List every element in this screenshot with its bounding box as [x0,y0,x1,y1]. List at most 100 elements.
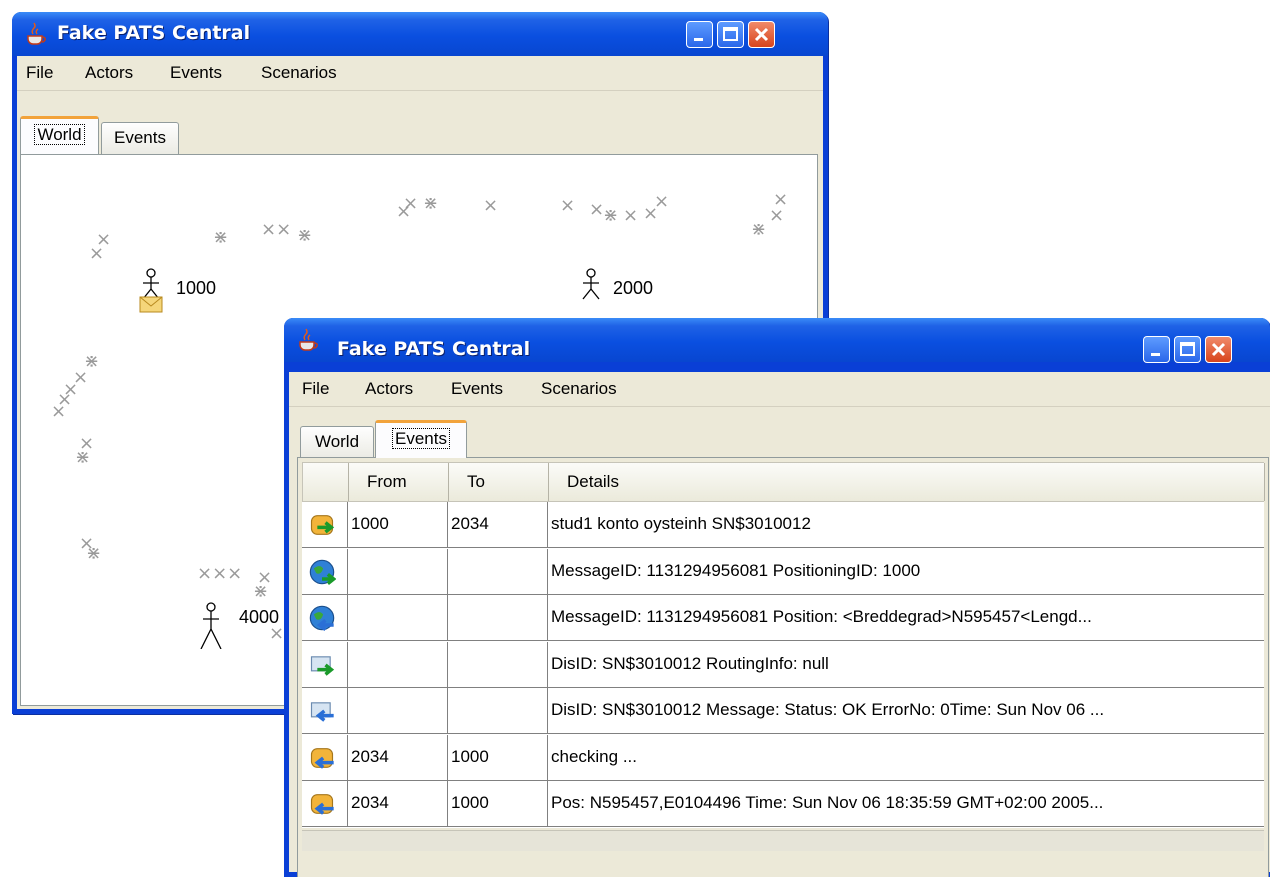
details-cell: Pos: N595457,E0104496 Time: Sun Nov 06 1… [551,793,1104,812]
column-header-icon[interactable] [303,463,349,501]
actor-2000-label: 2000 [613,278,654,298]
phone-incoming-icon [310,747,334,769]
details-cell: MessageID: 1131294956081 PositioningID: … [551,560,921,580]
tab-label: Events [114,128,166,147]
from-cell [348,548,448,594]
location-mark: × [623,205,639,226]
location-mark: ×× [261,219,292,240]
actor-2000-icon[interactable] [577,267,605,315]
table-row[interactable]: MessageID: 1131294956081 Position: <Bred… [302,595,1264,641]
icon-cell [302,734,348,780]
from-cell [348,641,448,687]
table-row[interactable]: DisID: SN$3010012 Message: Status: OK Er… [302,688,1264,734]
actor-1000-icon[interactable] [137,267,169,315]
events-table-body: 1000 2034 stud1 konto oysteinh SN$3010012 M… [302,502,1264,828]
title-bar[interactable]: Fake PATS Central [12,12,828,56]
menu-actors[interactable]: Actors [85,63,133,83]
from-cell: 1000 [348,502,448,547]
icon-cell [302,548,348,594]
table-row[interactable]: DisID: SN$3010012 RoutingInfo: null [302,641,1264,688]
from-cell [348,595,448,640]
java-cup-icon [27,22,46,45]
close-button[interactable] [1205,336,1232,363]
maximize-button[interactable] [1174,336,1201,363]
location-mark: ⋇ [75,447,91,468]
location-mark: ⋇ [253,581,269,602]
icon-cell [302,595,348,640]
menu-events[interactable]: Events [170,63,222,83]
tab-world[interactable]: World [20,116,99,154]
location-mark: × [89,243,105,264]
actor-4000-label: 4000 [239,607,280,627]
table-row[interactable]: 2034 1000 checking ... [302,734,1264,781]
location-mark: ⋇ [213,227,229,248]
to-cell [448,595,548,640]
close-icon [754,27,769,42]
details-cell: stud1 konto oysteinh SN$3010012 [551,514,811,533]
actor-1000-label: 1000 [176,278,217,298]
location-mark: × [769,205,785,226]
window-title: Fake PATS Central [57,22,251,44]
minimize-icon [694,38,703,41]
icon-cell [302,688,348,733]
table-row[interactable]: 1000 2034 stud1 konto oysteinh SN$3010012 [302,502,1264,548]
tab-label: World [314,432,360,451]
location-mark: ⋇ [751,219,767,240]
column-header-to[interactable]: To [449,463,549,501]
to-cell [448,548,548,594]
maximize-button[interactable] [717,21,744,48]
minimize-button[interactable] [1143,336,1170,363]
menu-scenarios[interactable]: Scenarios [261,63,337,83]
globe-incoming-icon [309,605,335,632]
location-mark: ××× [197,563,243,584]
icon-cell [302,641,348,687]
dis-incoming-icon [310,702,334,722]
tab-events[interactable]: Events [101,122,179,154]
icon-cell [302,502,348,547]
phone-incoming-icon [310,794,334,815]
location-mark: ⋇ [603,205,619,226]
column-header-from[interactable]: From [349,463,449,501]
close-icon [1211,342,1226,357]
minimize-icon [1151,353,1160,356]
details-cell: MessageID: 1131294956081 Position: <Bred… [551,607,1092,626]
tab-label: Events [392,428,450,449]
actor-4000-icon[interactable] [197,601,225,649]
location-mark: ⋇ [86,543,102,564]
details-cell: DisID: SN$3010012 RoutingInfo: null [551,653,829,673]
location-mark: × [483,195,499,216]
menu-actors[interactable]: Actors [365,379,413,399]
details-cell: checking ... [551,746,637,766]
tab-world[interactable]: World [300,426,374,458]
location-mark: × [654,191,670,212]
table-row[interactable]: MessageID: 1131294956081 PositioningID: … [302,548,1264,595]
dis-outgoing-icon [310,655,335,676]
horizontal-scrollbar[interactable] [302,830,1264,851]
title-bar[interactable]: Fake PATS Central [284,318,1270,363]
maximize-icon [1180,342,1195,356]
from-cell: 2034 [348,734,448,780]
close-button[interactable] [748,21,775,48]
tab-events[interactable]: Events [375,420,467,458]
window-title: Fake PATS Central [337,338,531,360]
column-header-details[interactable]: Details [549,463,1265,501]
to-cell: 1000 [448,781,548,826]
phone-outgoing-icon [310,515,335,535]
to-cell [448,688,548,733]
location-mark: ⋇ [423,193,439,214]
location-mark: × [51,401,67,422]
to-cell: 2034 [448,502,548,547]
menu-events[interactable]: Events [451,379,503,399]
menu-scenarios[interactable]: Scenarios [541,379,617,399]
window-client: File Actors Events Scenarios World Event… [289,372,1270,877]
from-cell [348,688,448,733]
menu-file[interactable]: File [302,379,329,399]
to-cell [448,641,548,687]
minimize-button[interactable] [686,21,713,48]
globe-outgoing-icon [309,559,336,585]
front-window: Fake PATS Central File Actors Events Sce… [284,318,1270,877]
table-row[interactable]: 2034 1000 Pos: N595457,E0104496 Time: Sun … [302,781,1264,827]
menu-bar: File Actors Events Scenarios [289,372,1270,407]
menu-file[interactable]: File [26,63,53,83]
menu-bar: File Actors Events Scenarios [17,56,823,91]
